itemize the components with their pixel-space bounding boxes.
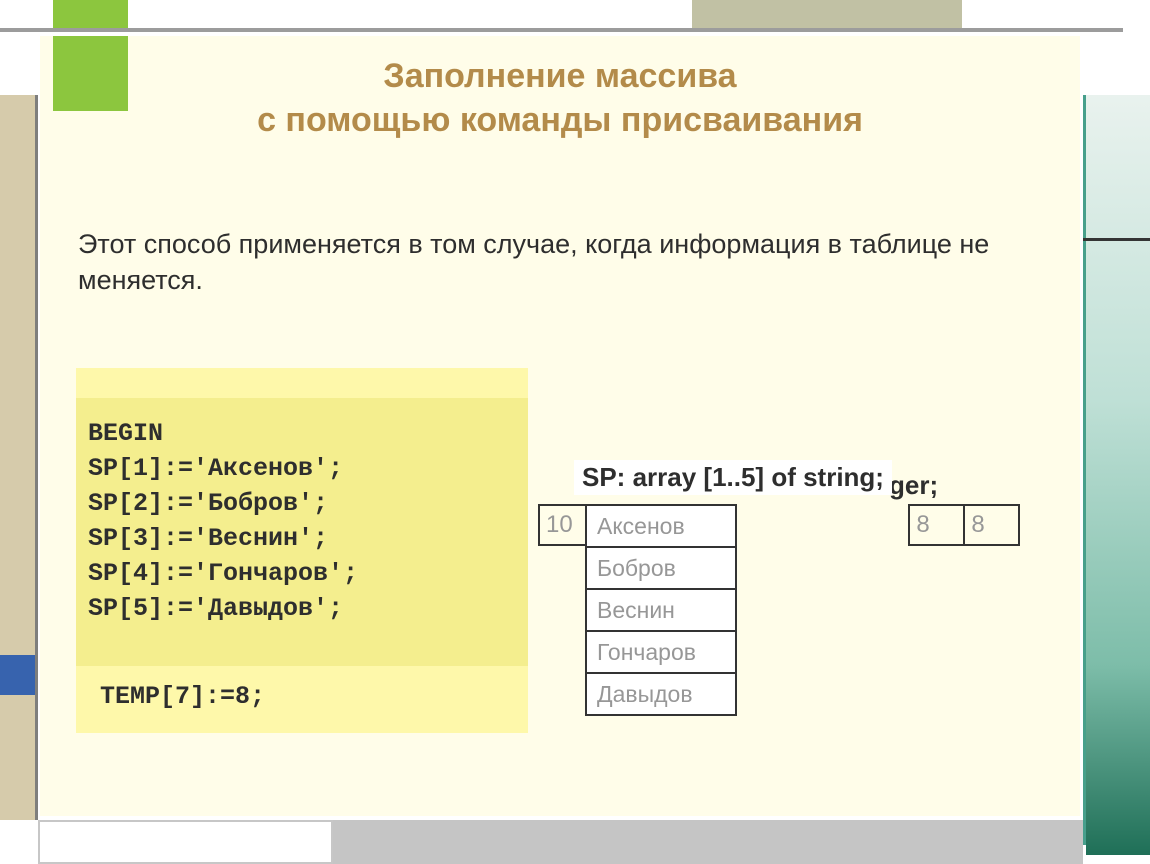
slide-stage: Заполнение массива с помощью команды при… [0, 0, 1150, 864]
v-cell-4: Гончаров [586, 631, 736, 673]
h-cell-8 [894, 505, 909, 545]
deco-bottom-white-box [38, 820, 333, 864]
deco-teal-right-border [1083, 95, 1086, 845]
v-cell-2: Бобров [586, 547, 736, 589]
deco-right-line [1083, 238, 1150, 241]
deco-top-border [0, 28, 1123, 32]
code-text: BEGIN SP[1]:='Аксенов'; SP[2]:='Бобров';… [76, 398, 528, 634]
code-underlay-tail: TEMP[7]:=8; [100, 682, 265, 711]
deco-left-border [35, 95, 38, 820]
slide-title: Заполнение массива с помощью команды при… [40, 36, 1080, 142]
deco-blue-chip [0, 655, 35, 695]
title-line-1: Заполнение массива [383, 57, 736, 95]
slide-description: Этот способ применяется в том случае, ко… [78, 226, 1038, 299]
h-cell-6 [784, 505, 839, 545]
deco-green-square [53, 36, 128, 111]
code-block-front: BEGIN SP[1]:='Аксенов'; SP[2]:='Бобров';… [76, 398, 528, 666]
title-line-2: с помощью команды присваивания [257, 101, 863, 139]
h-cell-5 [729, 505, 784, 545]
deco-teal-right [1086, 95, 1150, 855]
deco-khaki-top [692, 0, 962, 28]
vertical-string-table: Аксенов Бобров Веснин Гончаров Давыдов [585, 504, 737, 716]
deco-green-top-strip [53, 0, 128, 28]
h-cell-10: 8 [964, 505, 1019, 545]
v-cell-5: Давыдов [586, 673, 736, 715]
h-cell-7 [839, 505, 894, 545]
v-cell-1: Аксенов [586, 505, 736, 547]
deco-bottom-gray-bar [333, 820, 1083, 864]
v-cell-3: Веснин [586, 589, 736, 631]
sp-array-declaration: SP: array [1..5] of string; [574, 460, 892, 495]
h-cell-9: 8 [909, 505, 964, 545]
deco-beige-left [0, 95, 35, 820]
sp-decl-behind-tail: ger; [889, 470, 938, 501]
slide-body: Заполнение массива с помощью команды при… [40, 36, 1080, 816]
